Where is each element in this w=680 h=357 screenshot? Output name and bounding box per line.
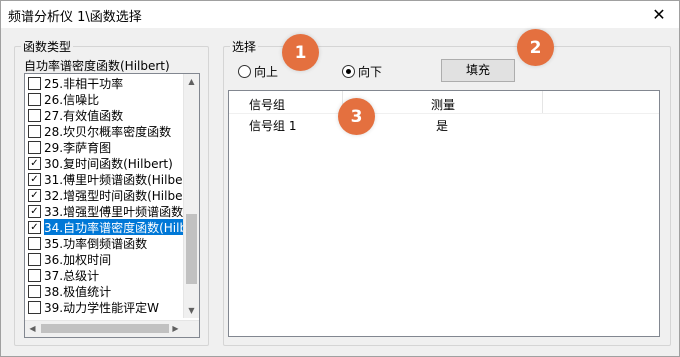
- annotation-badge-2: 2: [517, 29, 554, 66]
- function-list-item[interactable]: 39.动力学性能评定W: [25, 299, 184, 315]
- radio-down-circle-icon[interactable]: [342, 65, 355, 78]
- function-list-item[interactable]: 36.加权时间: [25, 251, 184, 267]
- checkbox[interactable]: ✓: [28, 188, 41, 202]
- radio-up[interactable]: 向上: [238, 63, 278, 80]
- function-item-label: 34.自功率谱密度函数(Hilbe: [44, 219, 184, 235]
- function-list-item[interactable]: 37.总级计: [25, 267, 184, 283]
- checkbox[interactable]: [28, 76, 41, 90]
- function-item-label: 25.非相干功率: [44, 76, 124, 91]
- scroll-up-arrow-icon[interactable]: ▲: [184, 74, 199, 89]
- radio-down[interactable]: 向下: [342, 63, 382, 80]
- selection-title: 选择: [230, 38, 259, 55]
- function-item-label: 28.坎贝尔概率密度函数: [44, 124, 172, 139]
- function-select-dialog: 频谱分析仪 1\函数选择 ✕ 函数类型 自功率谱密度函数(Hilbert) 25…: [0, 0, 680, 357]
- annotation-badge-1: 1: [282, 34, 319, 71]
- function-item-label: 38.极值统计: [44, 284, 112, 299]
- function-item-label: 29.李萨育图: [44, 140, 112, 155]
- function-list-items: 25.非相干功率 26.信噪比 27.有效值函数 28.坎贝尔概率密度函数 29.李萨育…: [25, 75, 184, 315]
- signal-group-grid[interactable]: 信号组 测量 信号组 1 是: [228, 90, 660, 337]
- selection-group: 选择 向上 向下 填充 信号组 测量 信号组 1 是: [223, 38, 671, 346]
- checkbox[interactable]: ✓: [28, 220, 41, 234]
- checkbox[interactable]: ✓: [28, 172, 41, 186]
- function-list-item[interactable]: 27.有效值函数: [25, 107, 184, 123]
- function-list-item[interactable]: 28.坎贝尔概率密度函数: [25, 123, 184, 139]
- radio-up-circle-icon[interactable]: [238, 65, 251, 78]
- function-item-label: 39.动力学性能评定W: [44, 300, 159, 315]
- function-list-item[interactable]: ✓ 31.傅里叶频谱函数(Hilbert: [25, 171, 184, 187]
- horizontal-scroll-thumb[interactable]: [41, 324, 169, 333]
- scroll-right-arrow-icon[interactable]: ▶: [168, 321, 183, 337]
- close-icon[interactable]: ✕: [639, 1, 679, 28]
- radio-up-label: 向上: [254, 65, 279, 79]
- function-item-label: 31.傅里叶频谱函数(Hilbert: [44, 172, 184, 187]
- function-list-item[interactable]: 35.功率倒频谱函数: [25, 235, 184, 251]
- vertical-scroll-thumb[interactable]: [186, 214, 197, 284]
- function-type-title: 函数类型: [21, 38, 74, 55]
- function-item-label: 33.增强型傅里叶频谱函数(: [44, 204, 184, 219]
- fill-button[interactable]: 填充: [441, 59, 515, 82]
- vertical-scrollbar[interactable]: ▲ ▼: [183, 74, 199, 318]
- function-item-label: 26.信噪比: [44, 92, 100, 107]
- selected-function-label: 自功率谱密度函数(Hilbert): [24, 59, 170, 73]
- cell-signal-group[interactable]: 信号组 1: [249, 117, 296, 134]
- checkbox[interactable]: [28, 236, 41, 250]
- annotation-badge-3: 3: [338, 98, 375, 135]
- column-header-measure[interactable]: 测量: [431, 96, 455, 113]
- function-type-group: 函数类型 自功率谱密度函数(Hilbert) 25.非相干功率 26.信噪比 27.…: [14, 38, 209, 346]
- radio-down-label: 向下: [358, 65, 383, 79]
- checkbox[interactable]: [28, 300, 41, 314]
- checkbox[interactable]: [28, 108, 41, 122]
- window-title: 频谱分析仪 1\函数选择: [8, 10, 142, 25]
- function-list-item[interactable]: ✓ 30.复时间函数(Hilbert): [25, 155, 184, 171]
- function-list-item[interactable]: 26.信噪比: [25, 91, 184, 107]
- function-item-label: 30.复时间函数(Hilbert): [44, 156, 173, 171]
- checkbox[interactable]: [28, 284, 41, 298]
- checkbox[interactable]: [28, 92, 41, 106]
- checkbox[interactable]: ✓: [28, 156, 41, 170]
- scroll-left-arrow-icon[interactable]: ◀: [25, 321, 40, 337]
- scroll-down-arrow-icon[interactable]: ▼: [184, 303, 199, 318]
- checkbox[interactable]: [28, 252, 41, 266]
- function-item-label: 36.加权时间: [44, 252, 112, 267]
- checkbox[interactable]: ✓: [28, 204, 41, 218]
- function-item-label: 37.总级计: [44, 268, 100, 283]
- grid-header: 信号组 测量: [229, 91, 659, 114]
- column-header-signal-group[interactable]: 信号组: [249, 96, 285, 113]
- title-bar: 频谱分析仪 1\函数选择 ✕: [1, 1, 679, 28]
- function-item-label: 27.有效值函数: [44, 108, 124, 123]
- grid-row[interactable]: 信号组 1 是: [229, 117, 659, 135]
- function-list-item[interactable]: 25.非相干功率: [25, 75, 184, 91]
- checkbox[interactable]: [28, 124, 41, 138]
- checkbox[interactable]: [28, 140, 41, 154]
- function-list-item[interactable]: ✓ 34.自功率谱密度函数(Hilbe: [25, 219, 184, 235]
- function-list-item[interactable]: ✓ 32.增强型时间函数(Hilbert): [25, 187, 184, 203]
- cell-measure[interactable]: 是: [436, 117, 448, 134]
- function-item-label: 35.功率倒频谱函数: [44, 236, 148, 251]
- function-list-item[interactable]: 29.李萨育图: [25, 139, 184, 155]
- function-item-label: 32.增强型时间函数(Hilbert): [44, 188, 184, 203]
- function-list-item[interactable]: 38.极值统计: [25, 283, 184, 299]
- function-listbox[interactable]: 25.非相干功率 26.信噪比 27.有效值函数 28.坎贝尔概率密度函数 29.李萨育…: [24, 73, 200, 338]
- function-list-item[interactable]: ✓ 33.增强型傅里叶频谱函数(: [25, 203, 184, 219]
- horizontal-scrollbar[interactable]: ◀ ▶: [25, 320, 199, 337]
- checkbox[interactable]: [28, 268, 41, 282]
- column-separator[interactable]: [542, 91, 543, 113]
